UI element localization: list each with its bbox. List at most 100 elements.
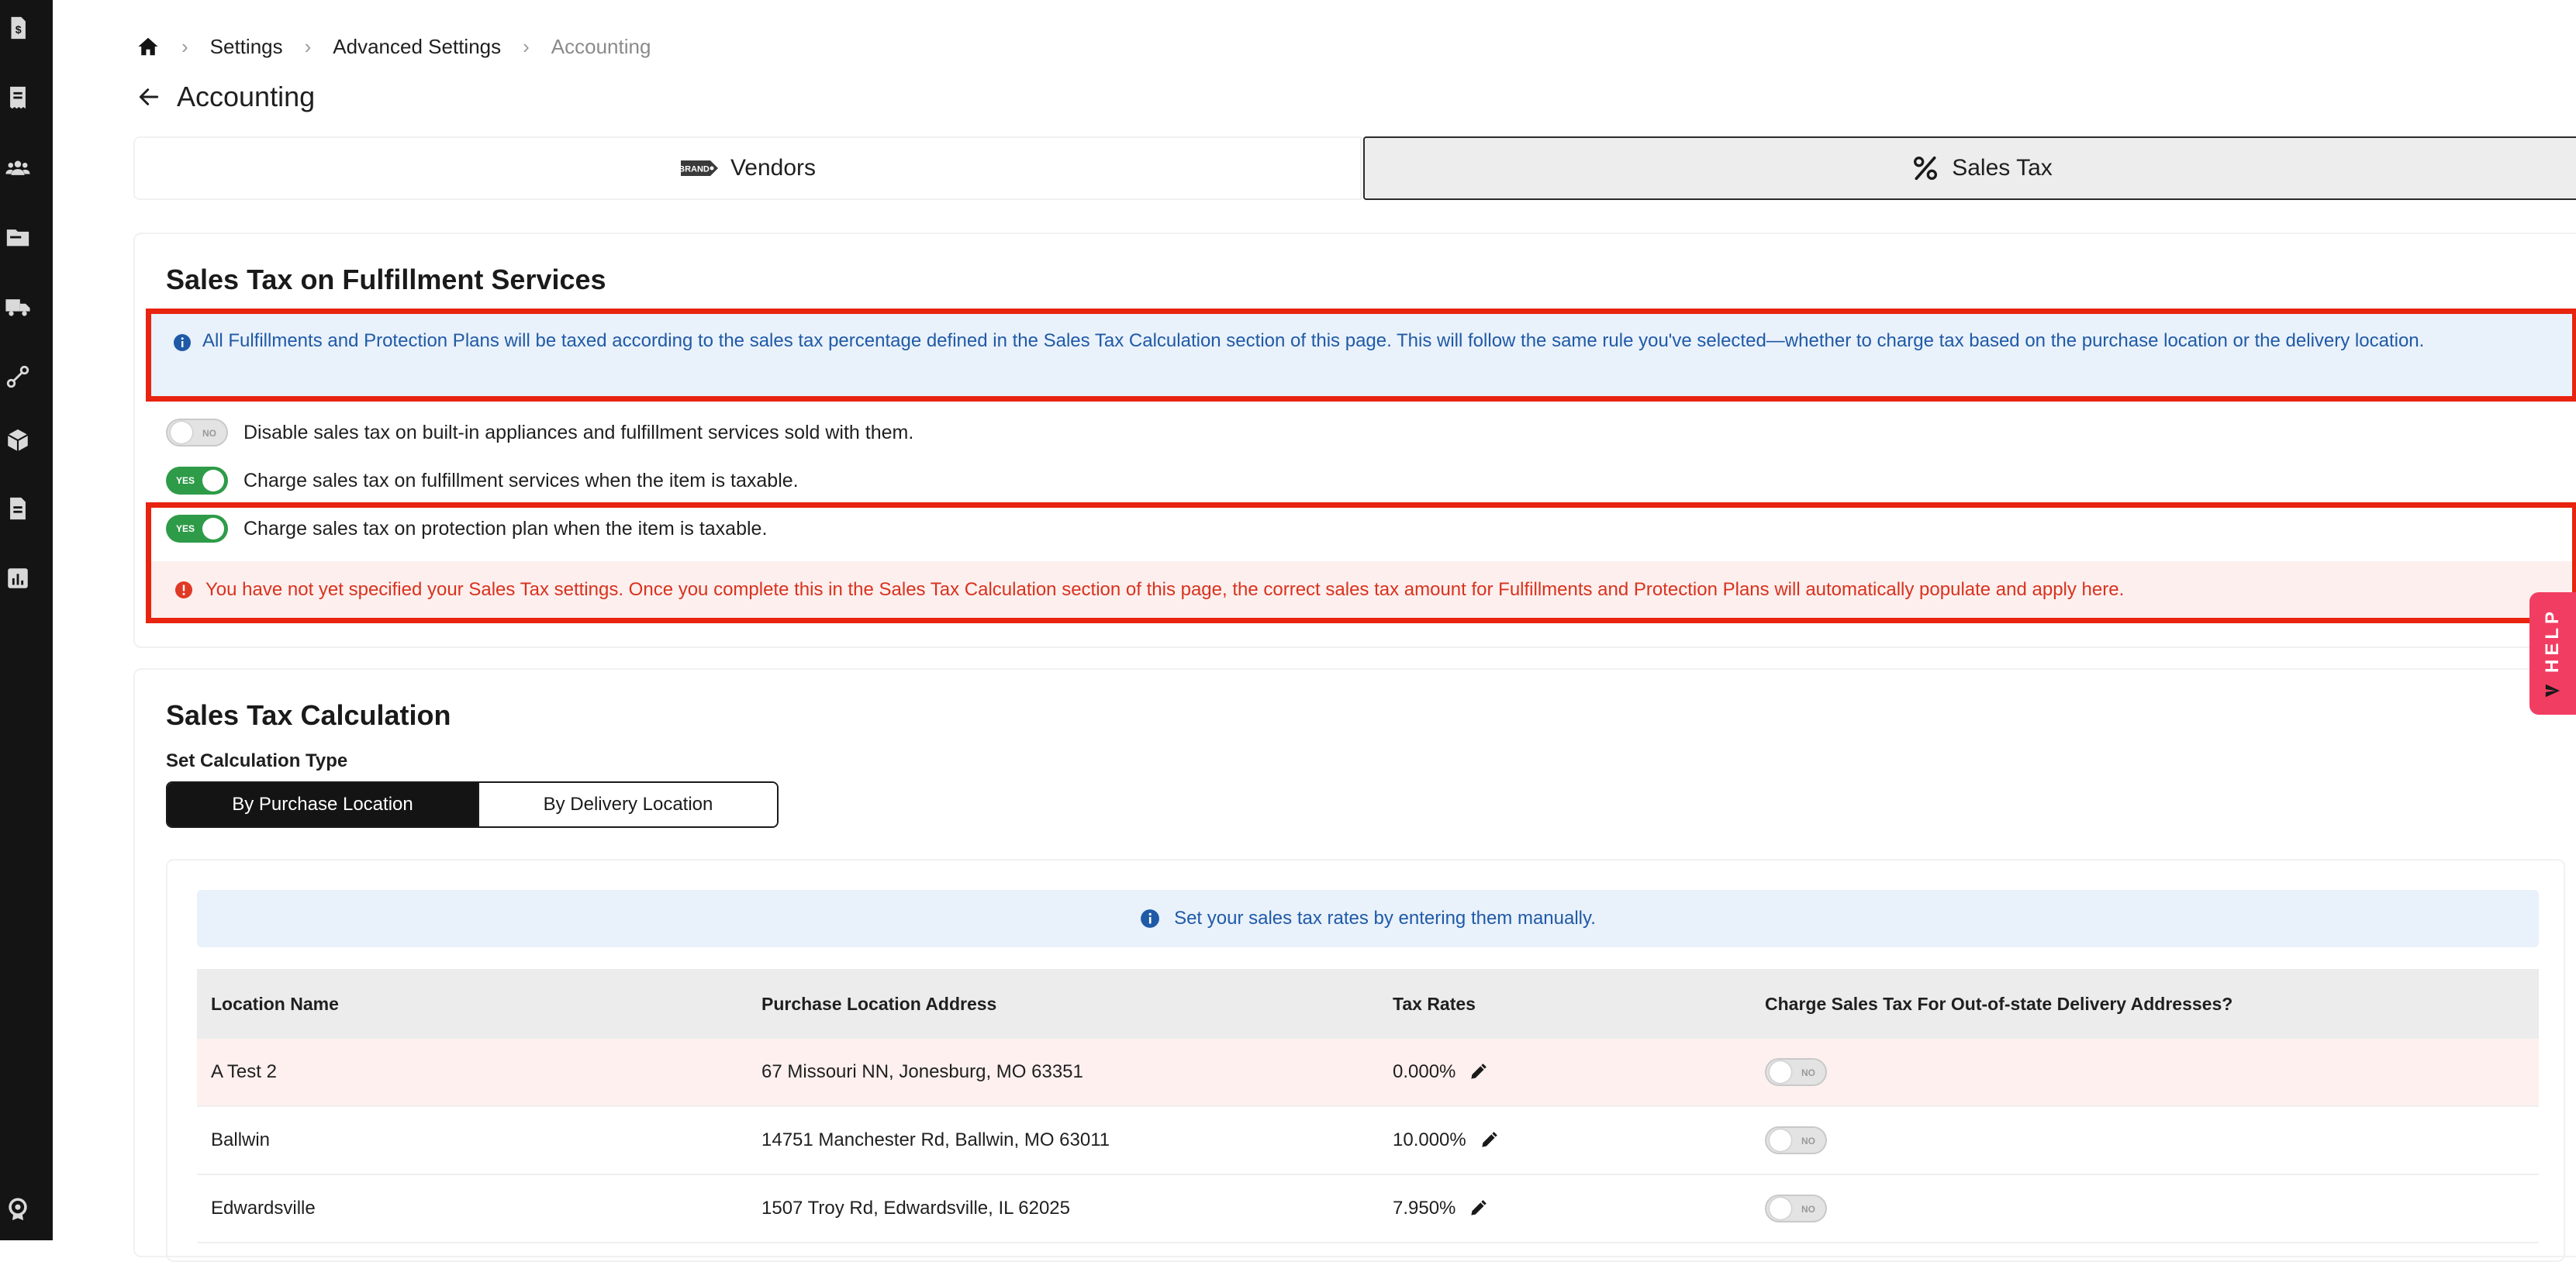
toggle-knob [171, 422, 192, 443]
header-purchase-location-address[interactable]: Purchase Location Address [761, 969, 996, 1039]
table-row: Edwardsville 1507 Troy Rd, Edwardsville,… [197, 1175, 2539, 1243]
document-icon[interactable] [0, 493, 36, 524]
fulfillment-tax-toggle[interactable]: YES [166, 467, 228, 495]
users-icon[interactable] [0, 152, 36, 183]
tax-rate-cell: 0.000% [1393, 1039, 1488, 1105]
pencil-icon[interactable] [1479, 1130, 1499, 1150]
chevron-right-icon: › [181, 34, 188, 58]
home-icon[interactable] [136, 35, 160, 58]
tax-rate-value: 7.950% [1393, 1198, 1456, 1219]
warning-text: You have not yet specified your Sales Ta… [205, 578, 2125, 600]
toggle-row-protection-plan: YES Charge sales tax on protection plan … [166, 513, 767, 544]
toggle-label: Disable sales tax on built-in appliances… [243, 421, 914, 443]
toggle-state-label: NO [1801, 1067, 1815, 1078]
help-inner: HELP [2542, 608, 2564, 699]
disable-builtin-toggle[interactable]: NO [166, 419, 228, 447]
out-of-state-cell: NO [1765, 1107, 1842, 1174]
info-icon [1140, 909, 1160, 929]
toggle-knob [1770, 1129, 1791, 1151]
sidebar: $ [0, 0, 53, 1240]
toggle-knob [1770, 1061, 1791, 1083]
location-name: Ballwin [211, 1129, 271, 1150]
percent-icon [1910, 153, 1941, 184]
brand-tag-icon: BRAND [679, 158, 720, 178]
tab-sales-tax-label: Sales Tax [1952, 155, 2053, 181]
header-location-name[interactable]: Location Name [211, 969, 339, 1039]
toggle-label: Charge sales tax on protection plan when… [243, 517, 768, 540]
toggle-knob [202, 518, 224, 540]
tax-rate-cell: 7.950% [1393, 1175, 1488, 1242]
toggle-knob [1770, 1198, 1791, 1219]
box-icon[interactable] [0, 425, 36, 456]
svg-text:BRAND: BRAND [679, 165, 710, 174]
toggle-state-label: NO [1801, 1204, 1815, 1215]
breadcrumb-current: Accounting [551, 34, 651, 58]
route-icon[interactable] [0, 361, 36, 392]
tab-sales-tax[interactable]: Sales Tax [1363, 136, 2576, 200]
breadcrumb-advanced-settings[interactable]: Advanced Settings [333, 35, 501, 59]
breadcrumb-settings[interactable]: Settings [210, 35, 283, 59]
back-arrow-icon[interactable] [136, 84, 161, 109]
header-tax-rates[interactable]: Tax Rates [1393, 969, 1476, 1039]
help-button[interactable]: HELP [2529, 592, 2576, 715]
location-address: 67 Missouri NN, Jonesburg, MO 63351 [761, 1061, 1083, 1082]
folder-icon[interactable] [0, 222, 36, 253]
calculation-type-label: Set Calculation Type [166, 750, 348, 771]
header-out-of-state[interactable]: Charge Sales Tax For Out-of-state Delive… [1765, 969, 2232, 1039]
pencil-icon[interactable] [1468, 1062, 1488, 1082]
toggle-row-disable-builtin: NO Disable sales tax on built-in applian… [166, 417, 913, 448]
tab-vendors-label: Vendors [730, 155, 817, 181]
receipt-icon[interactable] [0, 82, 36, 113]
table-row: Ballwin 14751 Manchester Rd, Ballwin, MO… [197, 1107, 2539, 1175]
out-of-state-toggle[interactable]: NO [1765, 1126, 1827, 1154]
page-title: Accounting [177, 81, 316, 112]
protection-plan-toggle[interactable]: YES [166, 515, 228, 543]
tax-rates-table: Location Name Purchase Location Address … [197, 969, 2539, 1243]
pencil-icon[interactable] [1468, 1198, 1488, 1219]
manual-rates-info-text: Set your sales tax rates by entering the… [1174, 908, 1596, 929]
out-of-state-cell: NO [1765, 1175, 1842, 1242]
error-icon [174, 581, 193, 599]
breadcrumb: › Settings › Advanced Settings › Account… [136, 31, 651, 62]
paper-plane-icon [2544, 673, 2561, 699]
dollar-document-icon[interactable]: $ [0, 12, 36, 43]
fulfillment-info-text: All Fulfillments and Protection Plans wi… [202, 330, 2425, 351]
toggle-state-label: YES [176, 523, 195, 534]
toggle-label: Charge sales tax on fulfillment services… [243, 469, 799, 491]
tab-vendors[interactable]: BRAND Vendors [133, 136, 1362, 200]
location-address: 1507 Troy Rd, Edwardsville, IL 62025 [761, 1198, 1071, 1219]
chart-icon[interactable] [0, 563, 36, 594]
sales-tax-calculation-card: Sales Tax Calculation Set Calculation Ty… [133, 668, 2576, 1262]
fulfillment-sales-tax-card: Sales Tax on Fulfillment Services All Fu… [133, 233, 2576, 648]
toggle-state-label: YES [176, 475, 195, 486]
tax-rate-value: 10.000% [1393, 1129, 1466, 1150]
page-header: Accounting [136, 78, 315, 116]
tax-rate-value: 0.000% [1393, 1061, 1456, 1082]
toggle-state-label: NO [1801, 1136, 1815, 1146]
badge-icon[interactable] [0, 1194, 36, 1225]
out-of-state-toggle[interactable]: NO [1765, 1195, 1827, 1222]
toggle-state-label: NO [202, 428, 216, 439]
tax-rate-cell: 10.000% [1393, 1107, 1499, 1174]
location-name: A Test 2 [211, 1061, 277, 1082]
table-header: Location Name Purchase Location Address … [197, 969, 2539, 1039]
main-content: › Settings › Advanced Settings › Account… [53, 0, 2576, 1262]
calculation-section-title: Sales Tax Calculation [166, 699, 451, 731]
location-address: 14751 Manchester Rd, Ballwin, MO 63011 [761, 1129, 1110, 1150]
location-name: Edwardsville [211, 1198, 316, 1219]
fulfillment-info-banner: All Fulfillments and Protection Plans wi… [151, 314, 2572, 396]
tax-rates-panel: Set your sales tax rates by entering the… [166, 859, 2565, 1262]
by-delivery-location-button[interactable]: By Delivery Location [478, 783, 777, 826]
by-purchase-location-button[interactable]: By Purchase Location [167, 783, 478, 826]
chevron-right-icon: › [304, 34, 312, 58]
help-label: HELP [2542, 607, 2564, 674]
chevron-right-icon: › [523, 34, 530, 58]
out-of-state-toggle[interactable]: NO [1765, 1058, 1827, 1086]
svg-text:$: $ [16, 24, 22, 36]
toggle-row-fulfillment-tax: YES Charge sales tax on fulfillment serv… [166, 465, 799, 496]
fulfillment-section-title: Sales Tax on Fulfillment Services [166, 264, 606, 295]
info-icon [173, 333, 192, 396]
truck-icon[interactable] [0, 291, 36, 322]
manual-rates-info-banner: Set your sales tax rates by entering the… [197, 890, 2539, 947]
table-row: A Test 2 67 Missouri NN, Jonesburg, MO 6… [197, 1039, 2539, 1107]
